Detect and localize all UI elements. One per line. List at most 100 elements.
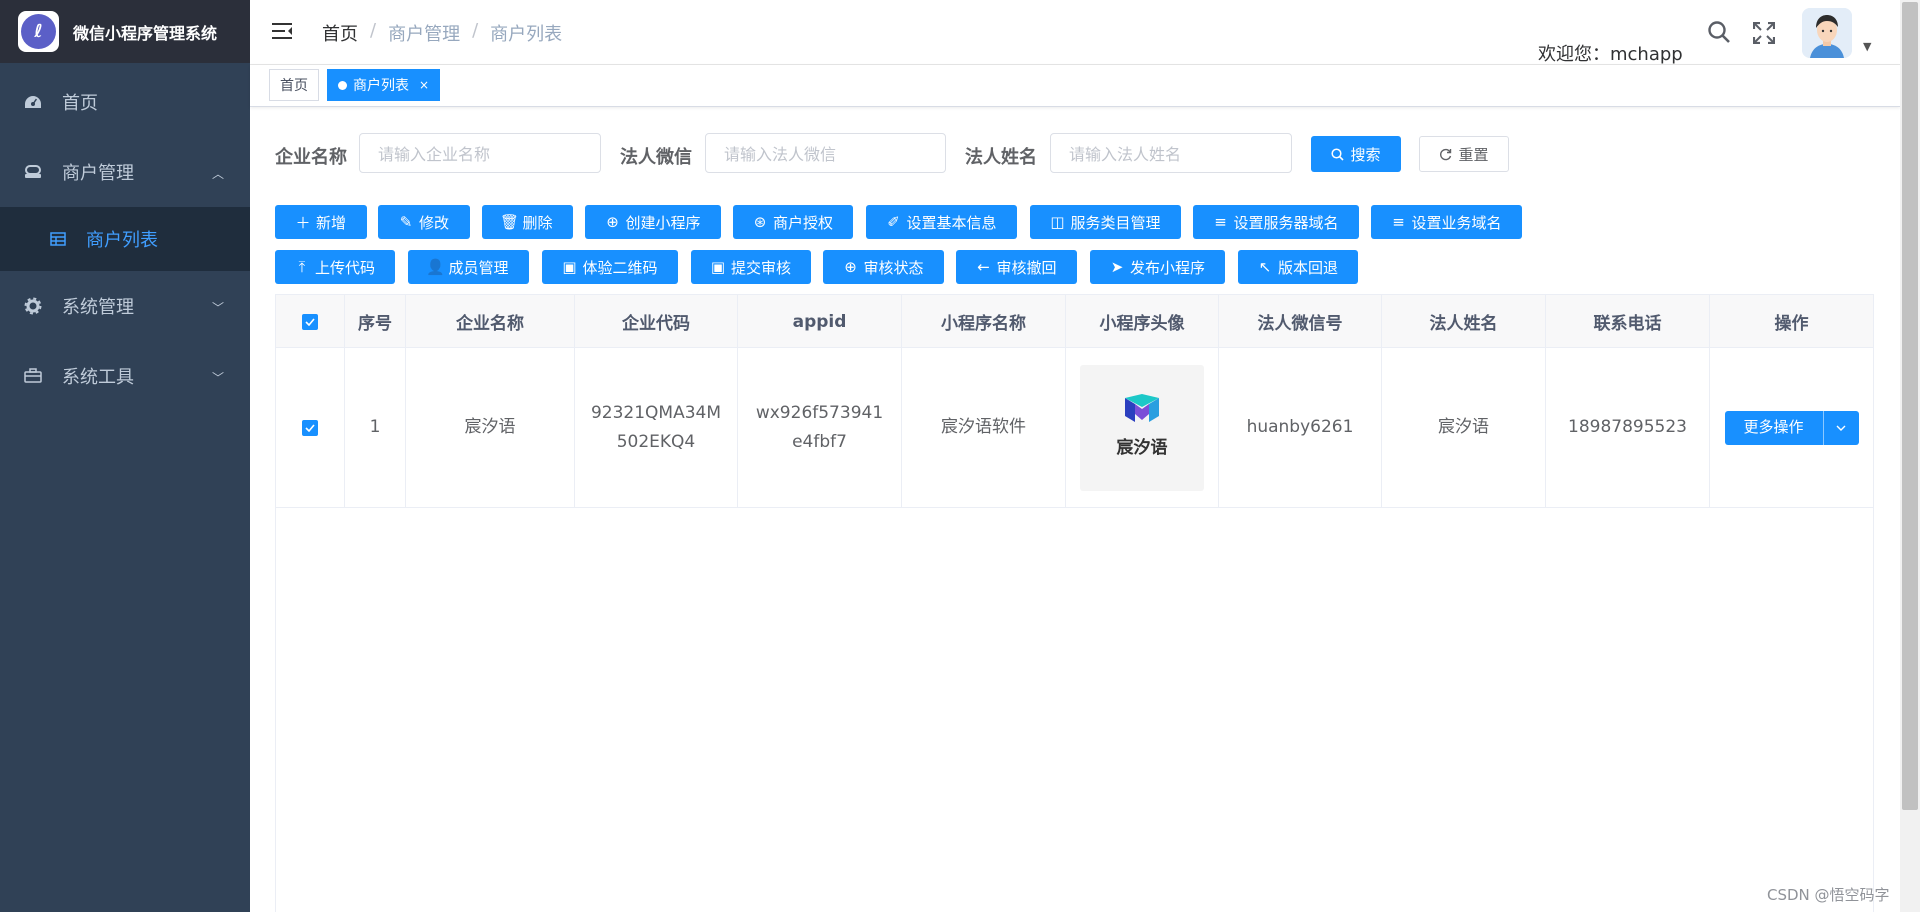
- page-scrollbar[interactable]: [1900, 0, 1920, 912]
- search-button[interactable]: 搜索: [1311, 136, 1401, 172]
- button-label: 设置服务器域名: [1233, 213, 1339, 232]
- sidebar-item-label: 商户列表: [86, 230, 158, 251]
- dashboard-icon: [24, 93, 42, 111]
- legal-wechat-input[interactable]: 请输入法人微信: [705, 133, 946, 173]
- sidebar-item-home[interactable]: 首页: [0, 67, 250, 137]
- checkbox-checked-icon[interactable]: [302, 313, 318, 330]
- tag-merchant-list[interactable]: 商户列表 ×: [327, 69, 441, 101]
- set-basic-info-button[interactable]: ✐ 设置基本信息: [866, 205, 1017, 239]
- chevron-down-icon[interactable]: [1822, 410, 1859, 445]
- more-actions-dropdown[interactable]: 更多操作: [1724, 410, 1859, 445]
- hamburger-icon[interactable]: [272, 22, 292, 44]
- sidebar-item-label: 系统管理: [62, 297, 134, 318]
- cell-actions: 更多操作: [1710, 348, 1873, 507]
- watermark: CSDN @悟空码字: [1767, 886, 1890, 904]
- chevron-down-icon: ﹀: [211, 301, 224, 315]
- upload-code-button[interactable]: ⤒ 上传代码: [275, 250, 395, 284]
- sidebar-item-label: 系统工具: [62, 367, 134, 388]
- button-label: 体验二维码: [582, 258, 658, 277]
- welcome-text: 欢迎您：mchapp: [1538, 44, 1683, 65]
- plus-icon: ＋: [295, 213, 311, 232]
- button-label: 服务类目管理: [1070, 213, 1161, 232]
- column-header: 企业代码: [575, 295, 738, 348]
- merchant-authorize-button[interactable]: ⊛ 商户授权: [733, 205, 853, 239]
- app-title: 微信小程序管理系统: [73, 23, 218, 43]
- cell-code: 92321QMA34M502EKQ4: [575, 348, 738, 507]
- merchant-icon: [24, 163, 42, 181]
- checkbox-checked-icon[interactable]: [302, 419, 318, 436]
- avatar[interactable]: [1802, 8, 1852, 58]
- scrollbar-thumb[interactable]: [1902, 2, 1918, 810]
- chevron-down-icon: ﹀: [211, 371, 224, 385]
- breadcrumb-separator: /: [370, 20, 377, 41]
- reset-button[interactable]: 重置: [1419, 136, 1509, 172]
- review-status-button[interactable]: ⊕ 审核状态: [823, 250, 944, 284]
- member-management-button[interactable]: 👤 成员管理: [408, 250, 529, 284]
- row-select[interactable]: [276, 348, 345, 507]
- cell-app-avatar: 宸汐语: [1066, 348, 1219, 507]
- search-icon[interactable]: [1707, 20, 1731, 48]
- set-business-domain-button[interactable]: ≡ 设置业务域名: [1371, 205, 1522, 239]
- more-actions-label[interactable]: 更多操作: [1725, 413, 1823, 442]
- button-label: 创建小程序: [625, 213, 701, 232]
- table-header: 序号 企业名称 企业代码 appid 小程序名称 小程序头像 法人微信号 法人姓…: [276, 294, 1873, 348]
- button-label: 设置业务域名: [1411, 213, 1502, 232]
- caret-down-icon[interactable]: ▼: [1863, 40, 1871, 53]
- button-label: 修改: [418, 213, 449, 232]
- plus-circle-icon: ⊕: [606, 213, 619, 231]
- edit-outline-icon: ✐: [887, 213, 900, 231]
- fullscreen-icon[interactable]: [1752, 21, 1776, 48]
- menu-icon: ≡: [1392, 213, 1405, 231]
- button-label: 发布小程序: [1129, 258, 1205, 277]
- sidebar-item-label: 首页: [62, 93, 98, 114]
- create-miniprogram-button[interactable]: ⊕ 创建小程序: [585, 205, 721, 239]
- cell-appid: wx926f573941e4fbf7: [738, 348, 902, 507]
- version-rollback-button[interactable]: ↖ 版本回退: [1238, 250, 1358, 284]
- add-button[interactable]: ＋新增: [275, 205, 367, 239]
- column-header: 小程序名称: [902, 295, 1066, 348]
- send-icon: ➤: [1110, 258, 1124, 276]
- delete-button[interactable]: 🗑 删除: [482, 205, 573, 239]
- reset-button-label: 重置: [1458, 145, 1489, 164]
- header-select-all[interactable]: [276, 295, 345, 348]
- company-name-label: 企业名称: [275, 147, 347, 168]
- close-icon[interactable]: ×: [419, 78, 429, 92]
- back-icon: ←: [977, 258, 990, 276]
- breadcrumb-current: 商户列表: [490, 24, 563, 45]
- breadcrumb-home[interactable]: 首页: [322, 20, 358, 46]
- picture-icon: ▣: [562, 258, 577, 276]
- button-label: 商户授权: [772, 213, 833, 232]
- set-server-domain-button[interactable]: ≡ 设置服务器域名: [1193, 205, 1359, 239]
- column-header: 操作: [1774, 314, 1809, 334]
- cell-wechat: huanby6261: [1219, 348, 1382, 507]
- tag-home[interactable]: 首页: [269, 69, 319, 101]
- tag-label: 商户列表: [353, 78, 409, 94]
- app-avatar-text: 宸汐语: [1116, 438, 1168, 458]
- service-category-button[interactable]: ◫ 服务类目管理: [1030, 205, 1181, 239]
- button-label: 审核状态: [863, 258, 924, 277]
- sidebar-item-label: 商户管理: [62, 163, 134, 184]
- column-header: 法人微信号: [1219, 295, 1382, 348]
- app-avatar-image[interactable]: 宸汐语: [1080, 364, 1204, 491]
- button-label: 上传代码: [314, 258, 375, 277]
- button-label: 版本回退: [1277, 258, 1338, 277]
- trial-qrcode-button[interactable]: ▣ 体验二维码: [542, 250, 678, 284]
- top-navbar: 首页 / 商户管理 / 商户列表 欢迎您：mchapp ▼: [250, 0, 1900, 65]
- app-logo: ℓ: [18, 11, 59, 52]
- publish-miniprogram-button[interactable]: ➤ 发布小程序: [1090, 250, 1225, 284]
- upload-icon: ⤒: [298, 258, 306, 276]
- search-button-label: 搜索: [1350, 145, 1381, 164]
- edit-button[interactable]: ✎ 修改: [378, 205, 470, 239]
- tag-label: 首页: [280, 78, 308, 94]
- cell-index: 1: [345, 348, 406, 507]
- company-name-input[interactable]: 请输入企业名称: [359, 133, 601, 173]
- app-logo-icon: [1125, 394, 1159, 422]
- sidebar-item-tools[interactable]: 系统工具 ﹀: [0, 341, 250, 411]
- sidebar-item-merchant[interactable]: 商户管理 ︿: [0, 137, 250, 207]
- review-withdraw-button[interactable]: ← 审核撤回: [956, 250, 1077, 284]
- sidebar-item-system[interactable]: 系统管理 ﹀: [0, 271, 250, 341]
- breadcrumb: 首页 / 商户管理 / 商户列表: [322, 20, 562, 46]
- legal-name-input[interactable]: 请输入法人姓名: [1050, 133, 1292, 173]
- submit-review-button[interactable]: ▣ 提交审核: [691, 250, 811, 284]
- sidebar-item-merchant-list[interactable]: 商户列表: [0, 207, 250, 271]
